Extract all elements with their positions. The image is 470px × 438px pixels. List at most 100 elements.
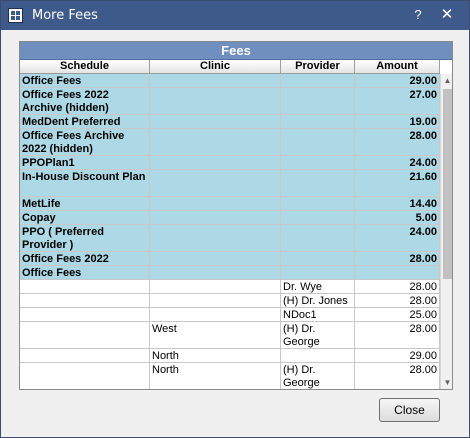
clinic-cell bbox=[150, 252, 281, 266]
provider-cell: (H) Dr. Jones bbox=[281, 294, 355, 308]
schedule-cell: PPO ( Preferred Provider ) bbox=[20, 225, 150, 252]
schedule-cell bbox=[20, 322, 150, 349]
clinic-cell: North bbox=[150, 349, 281, 363]
title-bar[interactable]: More Fees ? ✕ bbox=[1, 1, 469, 30]
amount-cell: 28.00 bbox=[355, 322, 440, 349]
provider-cell: NDoc1 bbox=[281, 308, 355, 322]
provider-cell bbox=[281, 197, 355, 211]
schedule-cell bbox=[20, 363, 150, 389]
amount-cell: 5.00 bbox=[355, 211, 440, 225]
schedule-cell: Office Fees 2022 bbox=[20, 252, 150, 266]
amount-cell: 25.00 bbox=[355, 308, 440, 322]
fee-row[interactable]: Dr. Wye 28.00 bbox=[20, 280, 440, 294]
amount-cell: 28.00 bbox=[355, 363, 440, 389]
clinic-cell bbox=[150, 88, 281, 115]
schedule-cell bbox=[20, 280, 150, 294]
close-button[interactable]: Close bbox=[379, 398, 440, 422]
close-window-button[interactable]: ✕ bbox=[432, 5, 462, 25]
schedule-cell: Office Fees 2022 Archive (hidden) bbox=[20, 88, 150, 115]
fee-schedule-row[interactable]: Office Fees 2022 Archive (hidden) 27.00 bbox=[20, 88, 440, 115]
schedule-cell bbox=[20, 308, 150, 322]
provider-cell bbox=[281, 211, 355, 225]
column-header-amount[interactable]: Amount bbox=[355, 60, 440, 74]
scrollbar-thumb[interactable] bbox=[443, 89, 452, 279]
schedule-cell: Copay bbox=[20, 211, 150, 225]
amount-cell: 24.00 bbox=[355, 156, 440, 170]
schedule-cell: PPOPlan1 bbox=[20, 156, 150, 170]
clinic-cell bbox=[150, 115, 281, 129]
schedule-cell: Office Fees bbox=[20, 266, 150, 280]
fee-schedule-row[interactable]: Office Fees 29.00 bbox=[20, 74, 440, 88]
grid-title: Fees bbox=[20, 42, 452, 60]
column-header-schedule[interactable]: Schedule bbox=[20, 60, 150, 74]
clinic-cell bbox=[150, 74, 281, 88]
fee-schedule-row[interactable]: MedDent Preferred 19.00 bbox=[20, 115, 440, 129]
provider-cell bbox=[281, 266, 355, 280]
provider-cell bbox=[281, 129, 355, 156]
clinic-cell bbox=[150, 294, 281, 308]
schedule-cell bbox=[20, 294, 150, 308]
provider-cell bbox=[281, 88, 355, 115]
fee-schedule-row[interactable]: In-House Discount Plan 21.60 bbox=[20, 170, 440, 197]
provider-cell: (H) Dr. George bbox=[281, 363, 355, 389]
scroll-down-arrow-icon[interactable]: ▼ bbox=[441, 376, 452, 389]
help-button[interactable]: ? bbox=[407, 5, 429, 25]
clinic-cell: North bbox=[150, 363, 281, 389]
fee-row[interactable]: North 29.00 bbox=[20, 349, 440, 363]
fee-schedule-row[interactable]: Office Fees Archive 2022 (hidden) 28.00 bbox=[20, 129, 440, 156]
column-header-provider[interactable]: Provider bbox=[281, 60, 355, 74]
fee-row[interactable]: West (H) Dr. George 28.00 bbox=[20, 322, 440, 349]
schedule-cell: MedDent Preferred bbox=[20, 115, 150, 129]
amount-cell: 29.00 bbox=[355, 349, 440, 363]
amount-cell: 24.00 bbox=[355, 225, 440, 252]
amount-cell bbox=[355, 266, 440, 280]
fee-schedule-row[interactable]: MetLife 14.40 bbox=[20, 197, 440, 211]
provider-cell bbox=[281, 115, 355, 129]
provider-cell bbox=[281, 349, 355, 363]
fee-schedule-row[interactable]: Office Fees 2022 28.00 bbox=[20, 252, 440, 266]
fees-grid: Fees Schedule Clinic Provider Amount Off… bbox=[19, 41, 453, 390]
amount-cell: 29.00 bbox=[355, 74, 440, 88]
schedule-cell: MetLife bbox=[20, 197, 150, 211]
clinic-cell bbox=[150, 211, 281, 225]
clinic-cell bbox=[150, 156, 281, 170]
amount-cell: 28.00 bbox=[355, 252, 440, 266]
provider-cell bbox=[281, 225, 355, 252]
scroll-up-arrow-icon[interactable]: ▲ bbox=[441, 74, 452, 87]
fee-schedule-row[interactable]: Copay 5.00 bbox=[20, 211, 440, 225]
amount-cell: 19.00 bbox=[355, 115, 440, 129]
amount-cell: 27.00 bbox=[355, 88, 440, 115]
fee-row[interactable]: North (H) Dr. George 28.00 bbox=[20, 363, 440, 389]
clinic-cell bbox=[150, 308, 281, 322]
fee-schedule-row[interactable]: PPOPlan1 24.00 bbox=[20, 156, 440, 170]
vertical-scrollbar[interactable]: ▲ ▼ bbox=[440, 74, 452, 389]
clinic-cell bbox=[150, 266, 281, 280]
schedule-cell: In-House Discount Plan bbox=[20, 170, 150, 197]
fee-schedule-row[interactable]: PPO ( Preferred Provider ) 24.00 bbox=[20, 225, 440, 252]
clinic-cell bbox=[150, 280, 281, 294]
more-fees-window: More Fees ? ✕ Fees Schedule Clinic Provi… bbox=[0, 0, 470, 438]
fee-row[interactable]: NDoc1 25.00 bbox=[20, 308, 440, 322]
provider-cell: Dr. Wye bbox=[281, 280, 355, 294]
clinic-cell bbox=[150, 225, 281, 252]
amount-cell: 21.60 bbox=[355, 170, 440, 197]
provider-cell: (H) Dr. George bbox=[281, 322, 355, 349]
provider-cell bbox=[281, 156, 355, 170]
clinic-cell bbox=[150, 170, 281, 197]
amount-cell: 28.00 bbox=[355, 129, 440, 156]
window-title: More Fees bbox=[32, 8, 98, 23]
fee-row[interactable]: (H) Dr. Jones 28.00 bbox=[20, 294, 440, 308]
amount-cell: 14.40 bbox=[355, 197, 440, 211]
column-header-clinic[interactable]: Clinic bbox=[150, 60, 281, 74]
grid-app-icon bbox=[8, 8, 23, 23]
amount-cell: 28.00 bbox=[355, 294, 440, 308]
clinic-cell bbox=[150, 129, 281, 156]
clinic-cell: West bbox=[150, 322, 281, 349]
provider-cell bbox=[281, 74, 355, 88]
fee-schedule-row[interactable]: Office Fees bbox=[20, 266, 440, 280]
provider-cell bbox=[281, 252, 355, 266]
schedule-cell: Office Fees bbox=[20, 74, 150, 88]
clinic-cell bbox=[150, 197, 281, 211]
schedule-cell: Office Fees Archive 2022 (hidden) bbox=[20, 129, 150, 156]
amount-cell: 28.00 bbox=[355, 280, 440, 294]
